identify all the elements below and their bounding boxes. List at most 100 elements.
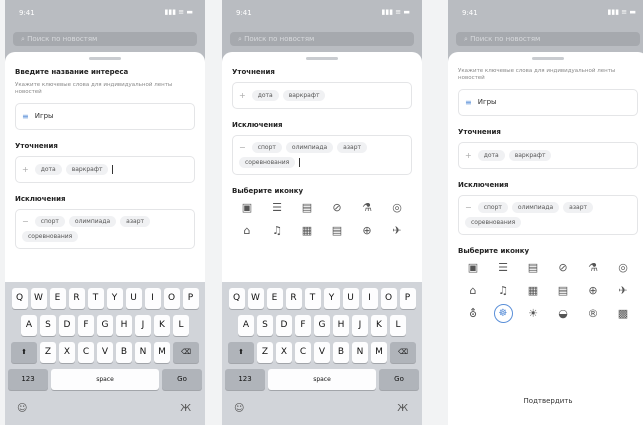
ball-icon[interactable]: ⊕ bbox=[578, 284, 608, 297]
go-key[interactable]: Go bbox=[162, 369, 202, 390]
key-s[interactable]: S bbox=[40, 315, 56, 336]
key-u[interactable]: U bbox=[342, 288, 359, 309]
key-p[interactable]: P bbox=[182, 288, 199, 309]
space-key[interactable]: space bbox=[51, 369, 159, 390]
key-g[interactable]: G bbox=[97, 315, 113, 336]
sheet-handle[interactable] bbox=[306, 57, 338, 60]
exclusions-input[interactable]: − спорт олимпиада азарт соревнования bbox=[232, 135, 412, 175]
key-f[interactable]: F bbox=[78, 315, 94, 336]
key-y[interactable]: Y bbox=[106, 288, 123, 309]
plane-icon[interactable]: ✈ bbox=[382, 224, 412, 237]
exclusion-chip[interactable]: олимпиада bbox=[285, 142, 334, 153]
refinements-input[interactable]: + дота варкрафт bbox=[232, 82, 412, 109]
exclusion-chip[interactable]: соревнования bbox=[465, 216, 522, 228]
key-v[interactable]: V bbox=[97, 342, 113, 363]
search-bar[interactable]: ⌕ Поиск по новостям bbox=[230, 32, 414, 46]
copyright-icon[interactable]: ® bbox=[578, 307, 608, 323]
refinement-chip[interactable]: варкрафт bbox=[65, 163, 109, 175]
key-e[interactable]: E bbox=[266, 288, 283, 309]
microphone-icon[interactable]: Ж bbox=[397, 403, 408, 414]
numbers-key[interactable]: 123 bbox=[225, 369, 265, 390]
exclusion-chip[interactable]: спорт bbox=[34, 215, 65, 227]
briefcase-icon[interactable]: ▤ bbox=[518, 261, 548, 274]
exclusion-chip[interactable]: спорт bbox=[477, 201, 508, 213]
key-m[interactable]: M bbox=[154, 342, 170, 363]
exclusion-chip[interactable]: азарт bbox=[120, 215, 151, 227]
film-icon[interactable]: ▦ bbox=[518, 284, 548, 297]
go-key[interactable]: Go bbox=[379, 369, 419, 390]
key-s[interactable]: S bbox=[257, 315, 273, 336]
plane-icon[interactable]: ✈ bbox=[608, 284, 638, 297]
exclusions-input[interactable]: − спорт олимпиада азарт соревнования bbox=[458, 194, 638, 235]
music-icon[interactable]: ♫ bbox=[262, 224, 292, 237]
exclusion-chip[interactable]: соревнования bbox=[239, 157, 296, 168]
key-a[interactable]: A bbox=[21, 315, 37, 336]
refinements-input[interactable]: + дота варкрафт bbox=[458, 141, 638, 169]
key-n[interactable]: N bbox=[135, 342, 151, 363]
key-z[interactable]: Z bbox=[257, 342, 273, 363]
refinement-chip[interactable]: дота bbox=[477, 149, 505, 161]
shield-icon[interactable]: ◒ bbox=[548, 307, 578, 323]
scales-icon[interactable]: ⛢ bbox=[458, 307, 488, 323]
key-l[interactable]: L bbox=[390, 315, 406, 336]
key-g[interactable]: G bbox=[314, 315, 330, 336]
car-icon[interactable]: ▤ bbox=[322, 224, 352, 237]
key-t[interactable]: T bbox=[304, 288, 321, 309]
exclusion-chip[interactable]: азарт bbox=[563, 201, 594, 213]
key-b[interactable]: B bbox=[333, 342, 349, 363]
sun-icon[interactable]: ☀ bbox=[518, 307, 548, 323]
emoji-icon[interactable]: ☺ bbox=[17, 403, 27, 414]
refinement-chip[interactable]: дота bbox=[34, 163, 62, 175]
exclusion-chip[interactable]: соревнования bbox=[22, 230, 79, 242]
backspace-key[interactable]: ⌫ bbox=[390, 342, 416, 363]
key-p[interactable]: P bbox=[399, 288, 416, 309]
key-o[interactable]: O bbox=[380, 288, 397, 309]
exclusion-chip[interactable]: азарт bbox=[337, 142, 368, 153]
exclusion-chip[interactable]: спорт bbox=[251, 142, 282, 153]
refinement-chip[interactable]: варкрафт bbox=[282, 90, 326, 101]
key-c[interactable]: C bbox=[295, 342, 311, 363]
key-l[interactable]: L bbox=[173, 315, 189, 336]
key-x[interactable]: X bbox=[59, 342, 75, 363]
key-q[interactable]: Q bbox=[11, 288, 28, 309]
numbers-key[interactable]: 123 bbox=[8, 369, 48, 390]
key-j[interactable]: J bbox=[352, 315, 368, 336]
globe-icon[interactable]: ⊘ bbox=[322, 201, 352, 214]
music-icon[interactable]: ♫ bbox=[488, 284, 518, 297]
building-icon[interactable]: ⌂ bbox=[232, 224, 262, 237]
key-t[interactable]: T bbox=[87, 288, 104, 309]
car-icon[interactable]: ▤ bbox=[548, 284, 578, 297]
key-r[interactable]: R bbox=[68, 288, 85, 309]
key-w[interactable]: W bbox=[30, 288, 47, 309]
key-j[interactable]: J bbox=[135, 315, 151, 336]
shift-key[interactable]: ⬆ bbox=[228, 342, 254, 363]
shift-key[interactable]: ⬆ bbox=[11, 342, 37, 363]
key-k[interactable]: K bbox=[371, 315, 387, 336]
refinements-input[interactable]: + дота варкрафт bbox=[15, 155, 195, 183]
emoji-icon[interactable]: ☺ bbox=[234, 403, 244, 414]
key-h[interactable]: H bbox=[116, 315, 132, 336]
key-e[interactable]: E bbox=[49, 288, 66, 309]
key-o[interactable]: O bbox=[163, 288, 180, 309]
refinement-chip[interactable]: дота bbox=[251, 90, 279, 101]
microphone-icon[interactable]: Ж bbox=[180, 403, 191, 414]
ball-icon[interactable]: ⊕ bbox=[352, 224, 382, 237]
flask-icon[interactable]: ⚗ bbox=[578, 261, 608, 274]
key-y[interactable]: Y bbox=[323, 288, 340, 309]
key-v[interactable]: V bbox=[314, 342, 330, 363]
target-icon[interactable]: ◎ bbox=[382, 201, 412, 214]
key-d[interactable]: D bbox=[276, 315, 292, 336]
sheet-handle[interactable] bbox=[532, 57, 564, 60]
interest-name-input[interactable]: ≡ Игры bbox=[458, 88, 638, 116]
gamepad-icon[interactable]: ▣ bbox=[458, 261, 488, 274]
key-r[interactable]: R bbox=[285, 288, 302, 309]
gamepad-icon[interactable]: ▣ bbox=[232, 201, 262, 214]
backspace-key[interactable]: ⌫ bbox=[173, 342, 199, 363]
key-a[interactable]: A bbox=[238, 315, 254, 336]
key-m[interactable]: M bbox=[371, 342, 387, 363]
key-b[interactable]: B bbox=[116, 342, 132, 363]
refinement-chip[interactable]: варкрафт bbox=[508, 149, 552, 161]
exclusions-input[interactable]: − спорт олимпиада азарт соревнования bbox=[15, 208, 195, 249]
search-bar[interactable]: ⌕ Поиск по новостям bbox=[456, 32, 640, 46]
newspaper-icon[interactable]: ☰ bbox=[262, 201, 292, 214]
